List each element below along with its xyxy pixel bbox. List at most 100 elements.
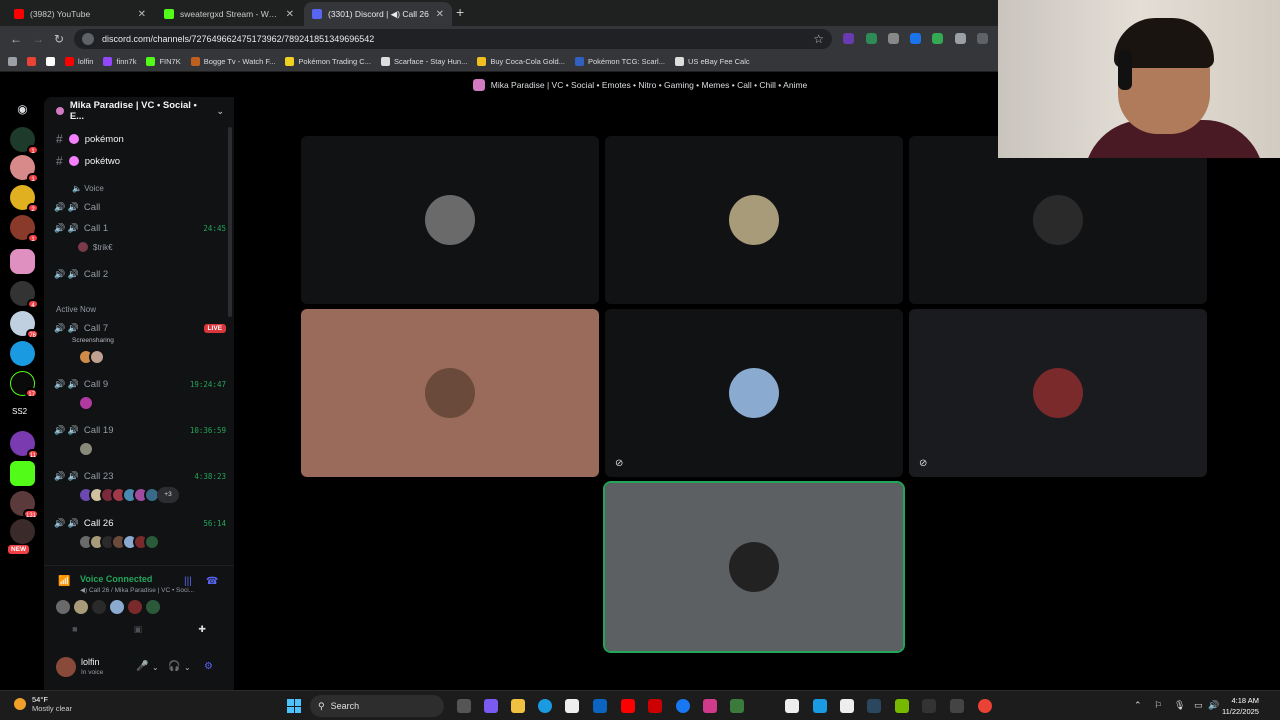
edge-icon[interactable] [538, 699, 552, 713]
discord-home-icon[interactable]: ◉ [10, 97, 35, 122]
voice-channel[interactable]: 🔊 🔊 Call 23 4:38:23 [54, 468, 226, 484]
new-tab-button[interactable]: + [456, 4, 464, 20]
disconnect-icon[interactable]: ☎ [206, 576, 218, 587]
voice-channel[interactable]: 🔊 🔊 Call [54, 199, 226, 215]
file-explorer-icon[interactable] [511, 699, 525, 713]
back-icon[interactable]: ← [10, 32, 22, 46]
outlook-icon[interactable] [593, 699, 607, 713]
participant-tile[interactable] [909, 136, 1207, 304]
server-icon[interactable]: 4 [10, 281, 39, 309]
voice-category[interactable]: 🔈 Voice [72, 184, 104, 193]
bookmark-star-icon[interactable]: ☆ [813, 32, 824, 46]
server-icon[interactable]: 2 [10, 185, 39, 213]
store-icon[interactable] [565, 699, 579, 713]
server-icon[interactable]: 1 [10, 155, 39, 183]
server-icon[interactable]: 76 [10, 311, 39, 339]
server-icon[interactable] [10, 341, 35, 366]
server-icon[interactable]: 1 [10, 215, 39, 243]
download-icon[interactable] [955, 33, 966, 44]
extension-icon[interactable] [910, 33, 921, 44]
bookmark-item[interactable]: Buy Coca-Cola Gold... [477, 57, 565, 66]
text-channel[interactable]: # pokétwo [56, 153, 120, 169]
server-icon[interactable]: 131 [10, 491, 39, 519]
chevron-down-icon[interactable]: ⌄ [152, 663, 159, 672]
signal-icon[interactable]: 📶 [58, 576, 70, 587]
server-icon[interactable] [10, 519, 35, 544]
bookmark-item[interactable]: US eBay Fee Calc [674, 57, 750, 66]
voice-location[interactable]: ◀) Call 26 / Mika Paradise | VC • Soci..… [80, 586, 194, 594]
close-icon[interactable]: ✕ [138, 9, 146, 20]
netflix-icon[interactable] [648, 699, 662, 713]
app-icon[interactable] [730, 699, 744, 713]
server-label[interactable]: SS2 [12, 407, 27, 416]
extension-icon[interactable] [843, 33, 854, 44]
voice-channel[interactable]: 🔊 🔊 Call 9 19:24:47 [54, 376, 226, 392]
server-icon[interactable] [10, 461, 35, 486]
participant-tile[interactable] [301, 136, 599, 304]
participant-tile[interactable]: ⊘ [909, 309, 1207, 477]
close-icon[interactable]: ✕ [286, 9, 294, 20]
steam-icon[interactable] [867, 699, 881, 713]
chevron-up-icon[interactable]: ⌃ [1134, 700, 1142, 711]
participant-avatars[interactable] [78, 349, 105, 365]
server-header[interactable]: Mika Paradise | VC • Social • E... ⌄ [56, 100, 224, 122]
taskbar-search[interactable]: ⚲ Search [310, 695, 444, 717]
voice-channel[interactable]: 🔊 🔊 Call 19 10:36:59 [54, 422, 226, 438]
network-icon[interactable]: ⚐ [1154, 700, 1162, 711]
microphone-icon[interactable]: 🎤 [136, 661, 148, 672]
server-icon[interactable]: 17 [10, 371, 38, 398]
text-channel[interactable]: # pokémon [56, 131, 124, 147]
activities-button[interactable]: ✚ [198, 624, 206, 635]
participant-avatars[interactable]: +3 [78, 487, 179, 503]
apps-icon[interactable] [8, 57, 17, 66]
reload-icon[interactable]: ↻ [54, 32, 64, 46]
system-clock[interactable]: 4:18 AM 11/22/2025 [1222, 695, 1259, 717]
headphones-icon[interactable]: 🎧 [168, 661, 180, 672]
voice-channel-current[interactable]: 🔊 🔊 Call 26 56:14 [54, 515, 226, 531]
tab-discord[interactable]: (3301) Discord | ◀) Call 26 ✕ [304, 2, 452, 26]
facebook-icon[interactable] [676, 699, 690, 713]
extension-icon[interactable] [888, 33, 899, 44]
bookmark-icon[interactable] [46, 57, 55, 66]
screenshare-button[interactable]: ▣ [134, 624, 143, 635]
forward-icon[interactable]: → [32, 32, 44, 46]
scrollbar[interactable] [228, 127, 232, 317]
bookmark-item[interactable]: Bogge Tv - Watch F... [190, 57, 275, 66]
settings-gear-icon[interactable]: ⚙ [204, 661, 213, 672]
noise-suppression-icon[interactable]: ||| [184, 576, 192, 587]
more-participants[interactable]: +3 [157, 487, 179, 503]
display-icon[interactable]: ▭ [1194, 700, 1203, 711]
epic-games-icon[interactable] [922, 699, 936, 713]
site-info-icon[interactable] [82, 33, 94, 45]
participant-tile-speaking[interactable] [603, 481, 905, 653]
close-icon[interactable]: ✕ [436, 9, 444, 20]
app-icon[interactable] [813, 699, 827, 713]
server-icon[interactable] [10, 249, 35, 274]
copilot-icon[interactable] [484, 699, 498, 713]
volume-icon[interactable]: 🔊 [1208, 700, 1219, 711]
participant-avatars[interactable] [78, 395, 94, 411]
nvidia-icon[interactable] [895, 699, 909, 713]
server-icon[interactable]: 11 [10, 431, 39, 459]
bookmark-item[interactable]: finn7k [103, 57, 136, 66]
roblox-icon[interactable] [840, 699, 854, 713]
participant-tile[interactable]: ⊘ [605, 309, 903, 477]
extension-icon[interactable] [866, 33, 877, 44]
amazon-icon[interactable] [785, 699, 799, 713]
tab-kick[interactable]: sweatergxd Stream - Watch Live ✕ [156, 2, 302, 26]
instagram-icon[interactable] [703, 699, 717, 713]
camera-button[interactable]: ■ [72, 624, 77, 635]
participant-tile[interactable] [605, 136, 903, 304]
extension-icon[interactable] [932, 33, 943, 44]
bookmark-item[interactable]: FIN7K [146, 57, 181, 66]
bookmark-item[interactable]: Pokémon TCG: Scarl... [574, 57, 665, 66]
tab-youtube[interactable]: (3982) YouTube ✕ [6, 2, 154, 26]
voice-channel[interactable]: 🔊 🔊 Call 1 24:45 [54, 220, 226, 236]
participant-avatars[interactable] [78, 534, 160, 550]
bookmark-item[interactable]: Pokémon Trading C... [285, 57, 371, 66]
bookmark-item[interactable]: lolfin [65, 57, 93, 66]
chevron-down-icon[interactable]: ⌄ [184, 663, 191, 672]
voice-channel[interactable]: 🔊 🔊 Call 2 [54, 266, 226, 282]
extension-icon[interactable] [977, 33, 988, 44]
microphone-icon[interactable]: 🎙 [1174, 700, 1185, 711]
